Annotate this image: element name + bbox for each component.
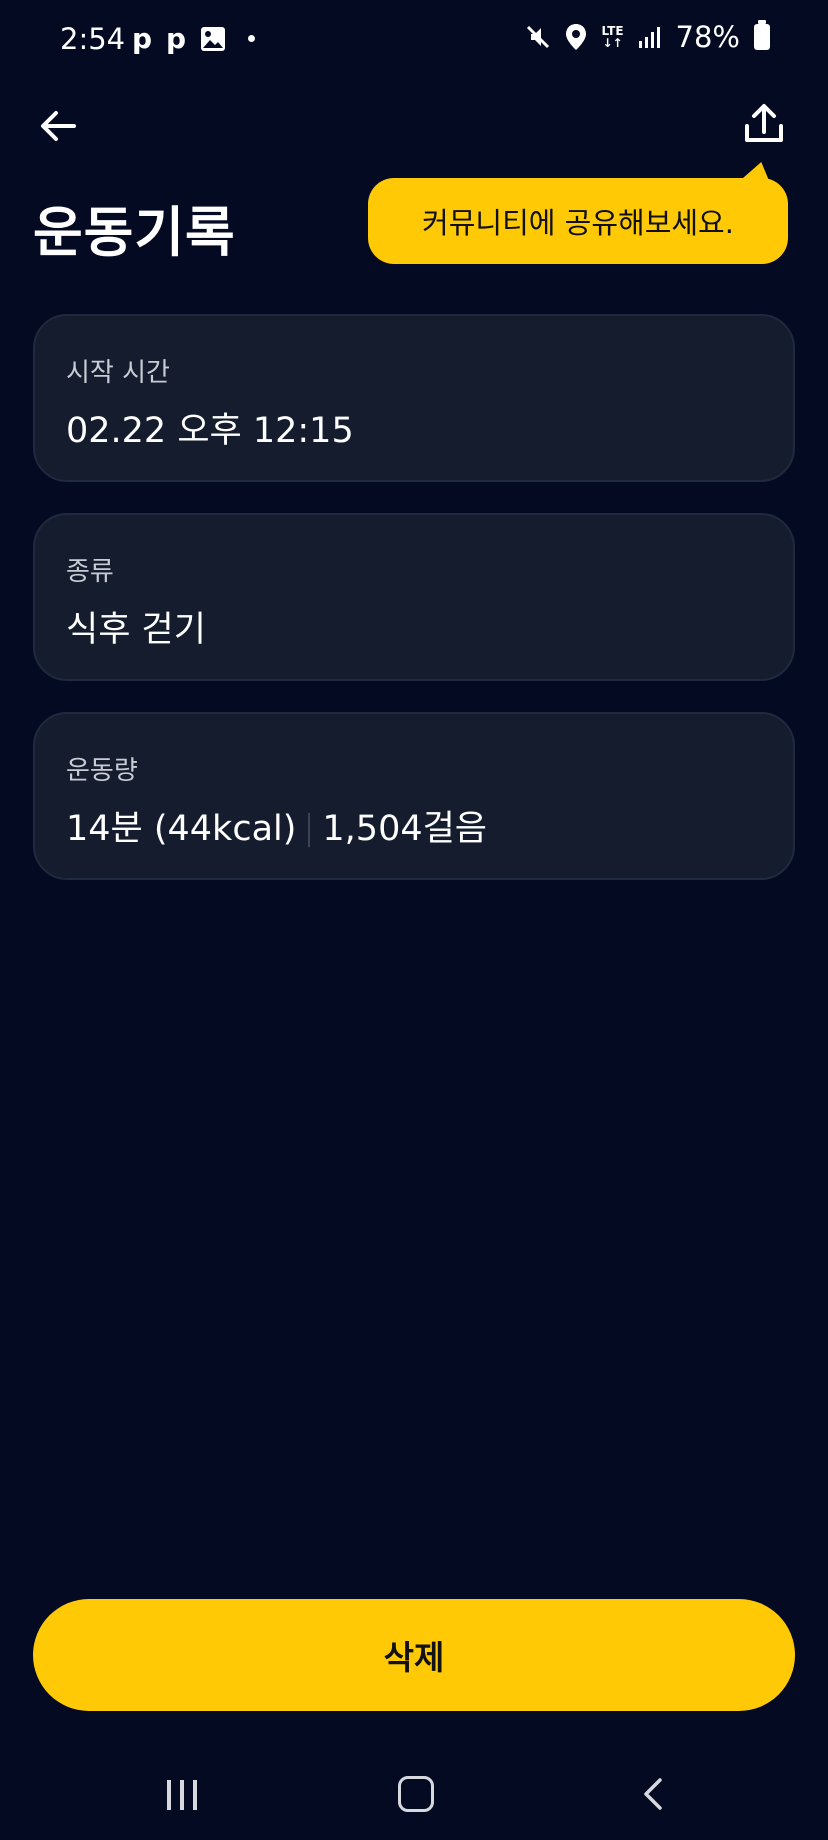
notification-dot-icon	[248, 35, 256, 42]
system-back-button[interactable]	[636, 1776, 672, 1812]
start-time-value: 02.22 오후 12:15	[66, 411, 354, 451]
recent-apps-icon	[167, 1780, 171, 1810]
signal-icon	[638, 27, 660, 48]
amount-steps: 1,504걸음	[322, 809, 488, 849]
recent-apps-icon	[180, 1780, 184, 1810]
chevron-left-icon	[644, 1778, 662, 1810]
location-icon	[566, 24, 587, 50]
notification-p-icon: p	[166, 22, 187, 55]
home-button[interactable]	[398, 1776, 434, 1812]
amount-label: 운동량	[66, 756, 138, 786]
share-tooltip[interactable]: 커뮤니티에 공유해보세요.	[368, 178, 788, 264]
type-label: 종류	[66, 557, 114, 587]
lte-icon: LTE ↓↑	[601, 25, 623, 49]
notification-icons: p p	[132, 22, 256, 55]
battery-icon	[754, 20, 770, 50]
recent-apps-icon	[193, 1780, 197, 1810]
share-button[interactable]	[742, 102, 786, 146]
start-time-label: 시작 시간	[66, 358, 170, 388]
status-right: LTE ↓↑ 78%	[525, 20, 770, 54]
page-title: 운동기록	[33, 201, 236, 264]
share-tooltip-text: 커뮤니티에 공유해보세요.	[422, 206, 734, 240]
notification-p-icon: p	[132, 22, 153, 55]
status-bar: 2:54 p p LTE ↓↑ 78%	[0, 0, 828, 80]
recent-apps-button[interactable]	[167, 1780, 197, 1810]
system-nav-bar	[0, 1750, 828, 1840]
back-button[interactable]	[36, 104, 80, 148]
amount-card: 운동량 14분 (44kcal) 1,504걸음	[33, 712, 795, 880]
arrow-left-icon	[41, 111, 76, 141]
share-upload-icon	[745, 104, 783, 142]
type-card: 종류 식후 걷기	[33, 513, 795, 681]
start-time-card: 시작 시간 02.22 오후 12:15	[33, 314, 795, 482]
amount-divider	[308, 813, 311, 847]
amount-value: 14분 (44kcal) 1,504걸음	[66, 800, 487, 851]
image-icon	[201, 26, 226, 51]
amount-duration: 14분 (44kcal)	[66, 809, 297, 849]
delete-button[interactable]: 삭제	[33, 1599, 795, 1711]
battery-percent: 78%	[675, 20, 740, 54]
mute-icon	[527, 25, 550, 49]
lte-arrows: ↓↑	[602, 36, 623, 50]
type-value: 식후 걷기	[66, 610, 206, 650]
status-time: 2:54	[60, 22, 126, 56]
